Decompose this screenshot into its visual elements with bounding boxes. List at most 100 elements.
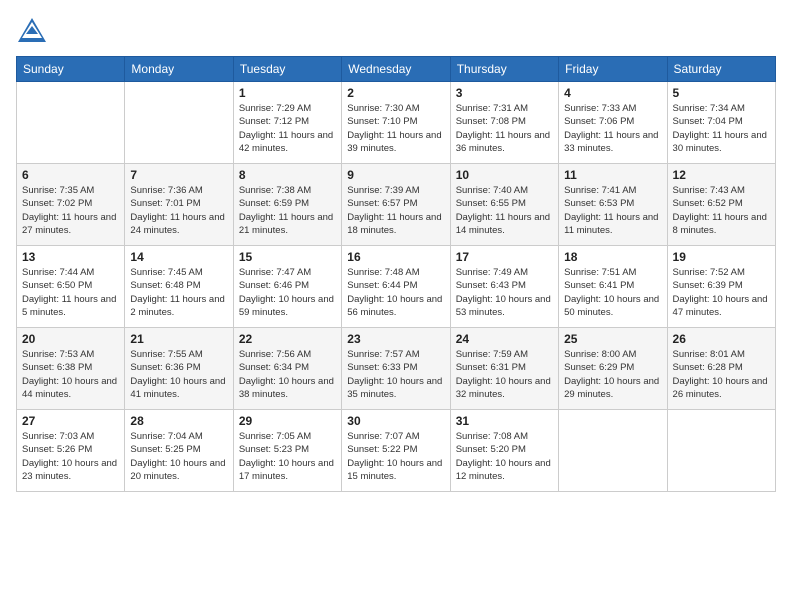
calendar-cell	[17, 82, 125, 164]
calendar-cell: 5Sunrise: 7:34 AMSunset: 7:04 PMDaylight…	[667, 82, 775, 164]
day-number: 5	[673, 86, 770, 100]
logo	[16, 16, 52, 44]
logo-icon	[16, 16, 48, 44]
day-info: Sunrise: 8:00 AMSunset: 6:29 PMDaylight:…	[564, 348, 661, 401]
calendar-cell	[559, 410, 667, 492]
calendar-cell: 31 Sunrise: 7:08 AMSunset: 5:20 PMDayligh…	[450, 410, 558, 492]
day-number: 6	[22, 168, 119, 182]
day-number: 18	[564, 250, 661, 264]
day-number: 14	[130, 250, 227, 264]
calendar-cell: 15Sunrise: 7:47 AMSunset: 6:46 PMDayligh…	[233, 246, 341, 328]
calendar-cell: 10 Sunrise: 7:40 AMSunset: 6:55 PMDayligh…	[450, 164, 558, 246]
day-number: 9	[347, 168, 444, 182]
day-info: Sunrise: 7:30 AMSunset: 7:10 PMDaylight:…	[347, 102, 444, 155]
calendar-cell: 16 Sunrise: 7:48 AMSunset: 6:44 PMDayligh…	[342, 246, 450, 328]
day-info: Sunrise: 7:52 AMSunset: 6:39 PMDaylight:…	[673, 266, 770, 319]
calendar-cell: 9 Sunrise: 7:39 AMSunset: 6:57 PMDaylight…	[342, 164, 450, 246]
calendar-cell: 7 Sunrise: 7:36 AMSunset: 7:01 PMDaylight…	[125, 164, 233, 246]
calendar-cell: 4 Sunrise: 7:33 AMSunset: 7:06 PMDaylight…	[559, 82, 667, 164]
calendar-cell: 11 Sunrise: 7:41 AMSunset: 6:53 PMDayligh…	[559, 164, 667, 246]
calendar-header-saturday: Saturday	[667, 57, 775, 82]
calendar-cell: 24 Sunrise: 7:59 AMSunset: 6:31 PMDayligh…	[450, 328, 558, 410]
day-info: Sunrise: 7:55 AMSunset: 6:36 PMDaylight:…	[130, 348, 227, 401]
day-number: 30	[347, 414, 444, 428]
calendar-cell: 17 Sunrise: 7:49 AMSunset: 6:43 PMDayligh…	[450, 246, 558, 328]
day-number: 22	[239, 332, 336, 346]
day-info: Sunrise: 7:49 AMSunset: 6:43 PMDaylight:…	[456, 266, 553, 319]
day-info: Sunrise: 7:35 AMSunset: 7:02 PMDaylight:…	[22, 184, 119, 237]
calendar-cell	[667, 410, 775, 492]
calendar-header-sunday: Sunday	[17, 57, 125, 82]
calendar-cell: 25 Sunrise: 8:00 AMSunset: 6:29 PMDayligh…	[559, 328, 667, 410]
calendar-cell: 6 Sunrise: 7:35 AMSunset: 7:02 PMDaylight…	[17, 164, 125, 246]
day-info: Sunrise: 7:36 AMSunset: 7:01 PMDaylight:…	[130, 184, 227, 237]
day-number: 31	[456, 414, 553, 428]
calendar-cell: 30 Sunrise: 7:07 AMSunset: 5:22 PMDayligh…	[342, 410, 450, 492]
calendar-cell: 8 Sunrise: 7:38 AMSunset: 6:59 PMDaylight…	[233, 164, 341, 246]
calendar-cell: 23Sunrise: 7:57 AMSunset: 6:33 PMDayligh…	[342, 328, 450, 410]
page-header	[16, 16, 776, 44]
day-info: Sunrise: 7:08 AMSunset: 5:20 PMDaylight:…	[456, 430, 553, 483]
day-info: Sunrise: 7:07 AMSunset: 5:22 PMDaylight:…	[347, 430, 444, 483]
day-info: Sunrise: 7:45 AMSunset: 6:48 PMDaylight:…	[130, 266, 227, 319]
day-number: 29	[239, 414, 336, 428]
day-number: 21	[130, 332, 227, 346]
calendar-cell: 26 Sunrise: 8:01 AMSunset: 6:28 PMDayligh…	[667, 328, 775, 410]
day-info: Sunrise: 7:56 AMSunset: 6:34 PMDaylight:…	[239, 348, 336, 401]
day-info: Sunrise: 7:44 AMSunset: 6:50 PMDaylight:…	[22, 266, 119, 319]
day-info: Sunrise: 7:38 AMSunset: 6:59 PMDaylight:…	[239, 184, 336, 237]
day-number: 13	[22, 250, 119, 264]
day-number: 16	[347, 250, 444, 264]
day-number: 17	[456, 250, 553, 264]
calendar-cell: 28Sunrise: 7:04 AMSunset: 5:25 PMDayligh…	[125, 410, 233, 492]
calendar-cell: 21 Sunrise: 7:55 AMSunset: 6:36 PMDayligh…	[125, 328, 233, 410]
day-number: 8	[239, 168, 336, 182]
day-info: Sunrise: 7:43 AMSunset: 6:52 PMDaylight:…	[673, 184, 770, 237]
calendar-cell: 12 Sunrise: 7:43 AMSunset: 6:52 PMDayligh…	[667, 164, 775, 246]
calendar-cell: 2Sunrise: 7:30 AMSunset: 7:10 PMDaylight…	[342, 82, 450, 164]
day-info: Sunrise: 7:29 AMSunset: 7:12 PMDaylight:…	[239, 102, 336, 155]
calendar-header-thursday: Thursday	[450, 57, 558, 82]
day-number: 10	[456, 168, 553, 182]
calendar-header-wednesday: Wednesday	[342, 57, 450, 82]
day-number: 26	[673, 332, 770, 346]
calendar-cell: 19 Sunrise: 7:52 AMSunset: 6:39 PMDayligh…	[667, 246, 775, 328]
day-info: Sunrise: 7:53 AMSunset: 6:38 PMDaylight:…	[22, 348, 119, 401]
calendar-table: SundayMondayTuesdayWednesdayThursdayFrid…	[16, 56, 776, 492]
day-info: Sunrise: 7:39 AMSunset: 6:57 PMDaylight:…	[347, 184, 444, 237]
day-info: Sunrise: 7:51 AMSunset: 6:41 PMDaylight:…	[564, 266, 661, 319]
day-info: Sunrise: 7:05 AMSunset: 5:23 PMDaylight:…	[239, 430, 336, 483]
day-number: 25	[564, 332, 661, 346]
calendar-cell: 13 Sunrise: 7:44 AMSunset: 6:50 PMDayligh…	[17, 246, 125, 328]
day-info: Sunrise: 7:47 AMSunset: 6:46 PMDaylight:…	[239, 266, 336, 319]
day-number: 7	[130, 168, 227, 182]
day-info: Sunrise: 7:59 AMSunset: 6:31 PMDaylight:…	[456, 348, 553, 401]
day-info: Sunrise: 7:31 AMSunset: 7:08 PMDaylight:…	[456, 102, 553, 155]
calendar-header-monday: Monday	[125, 57, 233, 82]
day-number: 4	[564, 86, 661, 100]
calendar-cell	[125, 82, 233, 164]
day-info: Sunrise: 7:41 AMSunset: 6:53 PMDaylight:…	[564, 184, 661, 237]
day-number: 19	[673, 250, 770, 264]
day-info: Sunrise: 7:03 AMSunset: 5:26 PMDaylight:…	[22, 430, 119, 483]
day-info: Sunrise: 7:40 AMSunset: 6:55 PMDaylight:…	[456, 184, 553, 237]
day-info: Sunrise: 7:48 AMSunset: 6:44 PMDaylight:…	[347, 266, 444, 319]
calendar-cell: 1 Sunrise: 7:29 AMSunset: 7:12 PMDaylight…	[233, 82, 341, 164]
calendar-cell: 3 Sunrise: 7:31 AMSunset: 7:08 PMDaylight…	[450, 82, 558, 164]
calendar-cell: 14 Sunrise: 7:45 AMSunset: 6:48 PMDayligh…	[125, 246, 233, 328]
calendar-cell: 22 Sunrise: 7:56 AMSunset: 6:34 PMDayligh…	[233, 328, 341, 410]
day-number: 11	[564, 168, 661, 182]
day-info: Sunrise: 7:57 AMSunset: 6:33 PMDaylight:…	[347, 348, 444, 401]
calendar-header-tuesday: Tuesday	[233, 57, 341, 82]
day-info: Sunrise: 8:01 AMSunset: 6:28 PMDaylight:…	[673, 348, 770, 401]
day-number: 24	[456, 332, 553, 346]
calendar-cell: 20Sunrise: 7:53 AMSunset: 6:38 PMDayligh…	[17, 328, 125, 410]
day-number: 1	[239, 86, 336, 100]
calendar-cell: 18 Sunrise: 7:51 AMSunset: 6:41 PMDayligh…	[559, 246, 667, 328]
day-number: 12	[673, 168, 770, 182]
calendar-cell: 27Sunrise: 7:03 AMSunset: 5:26 PMDayligh…	[17, 410, 125, 492]
day-info: Sunrise: 7:33 AMSunset: 7:06 PMDaylight:…	[564, 102, 661, 155]
calendar-header-friday: Friday	[559, 57, 667, 82]
day-number: 3	[456, 86, 553, 100]
calendar-cell: 29 Sunrise: 7:05 AMSunset: 5:23 PMDayligh…	[233, 410, 341, 492]
